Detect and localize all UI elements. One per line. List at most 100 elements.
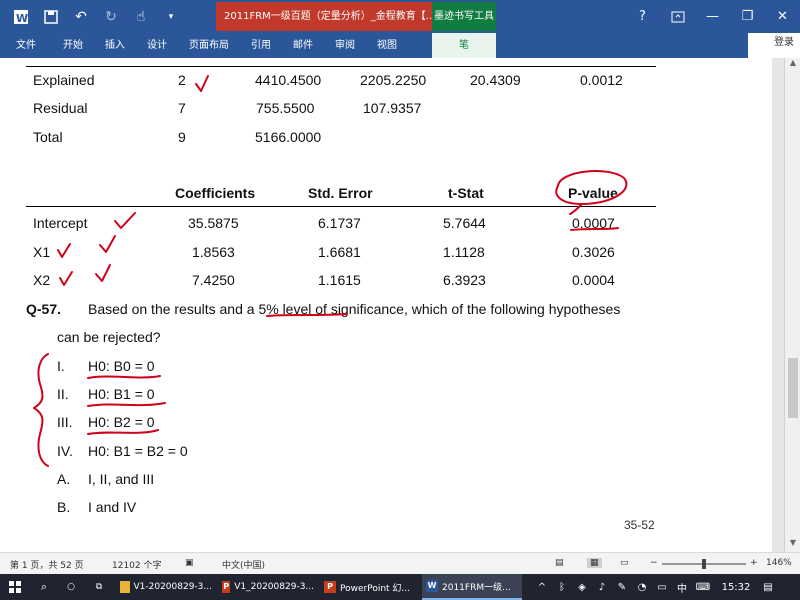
network-icon[interactable]: ◔ (632, 582, 652, 593)
ime-indicator[interactable]: 中 (672, 580, 692, 595)
question-number: Q-57. (26, 301, 62, 317)
ss-value: 4410.4500 (255, 72, 322, 88)
undo-icon[interactable]: ↶ (66, 0, 96, 33)
row-label: Explained (33, 72, 95, 88)
notifications-icon[interactable]: ▤ (758, 582, 778, 593)
coef-value: 35.5875 (188, 215, 239, 231)
ink-check-df (195, 75, 209, 92)
taskbar-item-ppt-1[interactable]: P V1_20200829-3... (218, 574, 318, 600)
p-value: 0.0004 (572, 272, 615, 288)
tab-file[interactable]: 文件 (0, 33, 52, 58)
help-button[interactable]: ? (625, 0, 660, 33)
window-controls: ? — ❐ ✕ (625, 0, 800, 33)
header-std-error: Std. Error (308, 185, 373, 201)
quick-access-toolbar: W ↶ ↻ ☝ ▾ (0, 0, 186, 33)
zoom-in-icon[interactable]: + (750, 558, 758, 568)
restore-button[interactable]: ❐ (730, 0, 765, 33)
ss-value: 755.5500 (256, 100, 315, 116)
read-mode-icon[interactable]: ▤ (555, 558, 564, 568)
taskbar-item-ppt-2[interactable]: P PowerPoint 幻... (320, 574, 420, 600)
print-layout-icon[interactable]: ▦ (587, 558, 602, 568)
hypothesis-num: III. (57, 414, 73, 430)
status-bar: 第 1 页，共 52 页 12102 个字 ▣ 中文(中国) ▤ ▦ ▭ − +… (0, 552, 800, 574)
ss-value: 5166.0000 (255, 129, 322, 145)
zoom-out-icon[interactable]: − (650, 558, 658, 568)
volume-icon[interactable]: ♪ (592, 582, 612, 593)
taskbar-item-folder[interactable]: V1-20200829-3... (116, 574, 216, 600)
coef-value: 1.8563 (192, 244, 235, 260)
tab-review[interactable]: 审阅 (324, 33, 366, 58)
bluetooth-icon[interactable]: ᛒ (552, 582, 572, 593)
ink-check-x1-a (57, 243, 71, 258)
pen-icon[interactable]: ✎ (612, 582, 632, 593)
coef-table-rule (26, 206, 656, 207)
tab-pen[interactable]: 笔 (432, 33, 496, 58)
word-icon: W (426, 580, 438, 592)
customize-qat-icon[interactable]: ▾ (156, 0, 186, 33)
tab-view[interactable]: 视图 (366, 33, 408, 58)
t-value: 6.3923 (443, 272, 486, 288)
se-value: 1.6681 (318, 244, 361, 260)
header-p-value: P-value (568, 185, 618, 201)
close-button[interactable]: ✕ (765, 0, 800, 33)
minimize-button[interactable]: — (695, 0, 730, 33)
chevron-up-icon[interactable]: ^ (532, 582, 552, 593)
ink-underline-h0-b2 (87, 429, 159, 435)
tab-home[interactable]: 开始 (52, 33, 94, 58)
ribbon-display-icon[interactable] (660, 0, 695, 33)
tab-layout[interactable]: 页面布局 (178, 33, 240, 58)
t-value: 5.7644 (443, 215, 486, 231)
antivirus-icon[interactable]: ◈ (572, 582, 592, 593)
vertical-scrollbar[interactable]: ▲ ▼ (784, 58, 800, 552)
ink-brace (33, 353, 49, 467)
powerpoint-icon: P (324, 581, 336, 593)
keyboard-icon[interactable]: ⌨ (692, 582, 714, 593)
tab-insert[interactable]: 插入 (94, 33, 136, 58)
save-icon[interactable] (36, 0, 66, 33)
ink-check-intercept (114, 212, 136, 229)
proofing-icon[interactable]: ▣ (185, 558, 194, 568)
zoom-level[interactable]: 146% (766, 558, 792, 568)
tab-mailings[interactable]: 邮件 (282, 33, 324, 58)
cortana-icon[interactable]: ○ (58, 574, 84, 600)
hypothesis-text: H0: B2 = 0 (88, 414, 155, 430)
word-count[interactable]: 12102 个字 (112, 558, 162, 571)
taskbar: ⌕ ○ ⧉ V1-20200829-3... P V1_20200829-3..… (0, 574, 800, 600)
word-app-icon[interactable]: W (6, 0, 36, 33)
ribbon-tabs: 文件 开始 插入 设计 页面布局 引用 邮件 审阅 视图 笔 (0, 33, 800, 58)
document-page[interactable]: Explained 2 4410.4500 2205.2250 20.4309 … (0, 58, 772, 552)
scroll-thumb[interactable] (788, 358, 798, 418)
battery-icon[interactable]: ▭ (652, 582, 672, 593)
row-label: X2 (33, 272, 51, 288)
redo-icon[interactable]: ↻ (96, 0, 126, 33)
language[interactable]: 中文(中国) (222, 558, 265, 571)
task-view-icon[interactable]: ⧉ (86, 574, 112, 600)
clock[interactable]: 15:32 (714, 582, 758, 593)
tab-references[interactable]: 引用 (240, 33, 282, 58)
ink-underline-h0-b1 (87, 402, 166, 407)
page-count[interactable]: 第 1 页，共 52 页 (10, 558, 84, 571)
tab-design[interactable]: 设计 (136, 33, 178, 58)
page-marker: 35-52 (624, 518, 655, 532)
hypothesis-text: H0: B1 = 0 (88, 386, 155, 402)
zoom-slider-knob[interactable] (702, 559, 706, 569)
login-link[interactable]: 登录 (774, 33, 794, 58)
windows-icon (9, 581, 21, 593)
question-text-line2: can be rejected? (57, 329, 161, 345)
option-letter: B. (57, 499, 71, 515)
row-label: Residual (33, 100, 88, 116)
touch-mode-icon[interactable]: ☝ (126, 0, 156, 33)
row-label: Total (33, 129, 63, 145)
scroll-up-icon[interactable]: ▲ (785, 58, 800, 72)
df-value: 2 (178, 72, 186, 88)
web-layout-icon[interactable]: ▭ (620, 558, 629, 568)
powerpoint-icon: P (222, 581, 231, 593)
taskbar-item-word[interactable]: W 2011FRM一级... (422, 574, 522, 600)
scroll-down-icon[interactable]: ▼ (785, 538, 800, 552)
header-coefficients: Coefficients (175, 185, 256, 201)
search-icon[interactable]: ⌕ (31, 574, 57, 600)
start-button[interactable] (0, 574, 30, 600)
ink-tools-context-label: 墨迹书写工具 (432, 2, 496, 31)
ms-value: 2205.2250 (360, 72, 427, 88)
title-bar: W ↶ ↻ ☝ ▾ 2011FRM一级百题（定量分析）_金程教育【... 墨迹书… (0, 0, 800, 33)
